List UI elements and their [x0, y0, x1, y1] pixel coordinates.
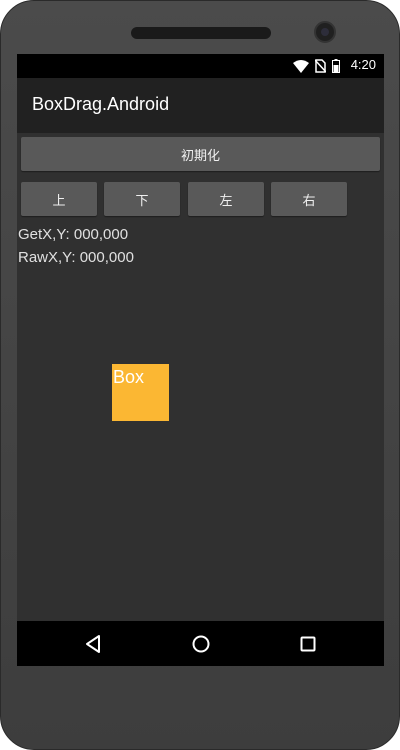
app-title: BoxDrag.Android — [32, 94, 170, 114]
app-bar: BoxDrag.Android — [17, 78, 384, 133]
home-icon[interactable] — [190, 633, 212, 655]
draggable-box[interactable]: Box — [112, 364, 169, 421]
recents-icon[interactable] — [297, 633, 319, 655]
left-button[interactable]: 左 — [188, 182, 264, 216]
no-sim-icon — [315, 59, 326, 73]
up-button[interactable]: 上 — [21, 182, 97, 216]
status-icons — [293, 59, 340, 73]
wifi-icon — [293, 59, 309, 73]
phone-frame: 4:20 BoxDrag.Android 初期化 上 下 左 右 GetX,Y:… — [0, 0, 400, 750]
status-time: 4:20 — [350, 57, 376, 72]
right-button[interactable]: 右 — [271, 182, 347, 216]
status-bar: 4:20 — [17, 54, 384, 78]
back-icon[interactable] — [83, 633, 105, 655]
down-button[interactable]: 下 — [104, 182, 180, 216]
front-camera — [314, 21, 336, 43]
init-button[interactable]: 初期化 — [21, 137, 380, 171]
navigation-bar — [17, 621, 384, 666]
getxy-text: GetX,Y: 000,000 — [18, 226, 129, 243]
box-label: Box — [113, 367, 145, 387]
speaker-grille — [131, 27, 271, 39]
rawxy-text: RawX,Y: 000,000 — [18, 249, 134, 266]
device-screen: 4:20 BoxDrag.Android 初期化 上 下 左 右 GetX,Y:… — [17, 54, 384, 666]
main-content: 初期化 上 下 左 右 GetX,Y: 000,000 RawX,Y: 000,… — [17, 133, 384, 621]
battery-icon — [332, 59, 340, 73]
